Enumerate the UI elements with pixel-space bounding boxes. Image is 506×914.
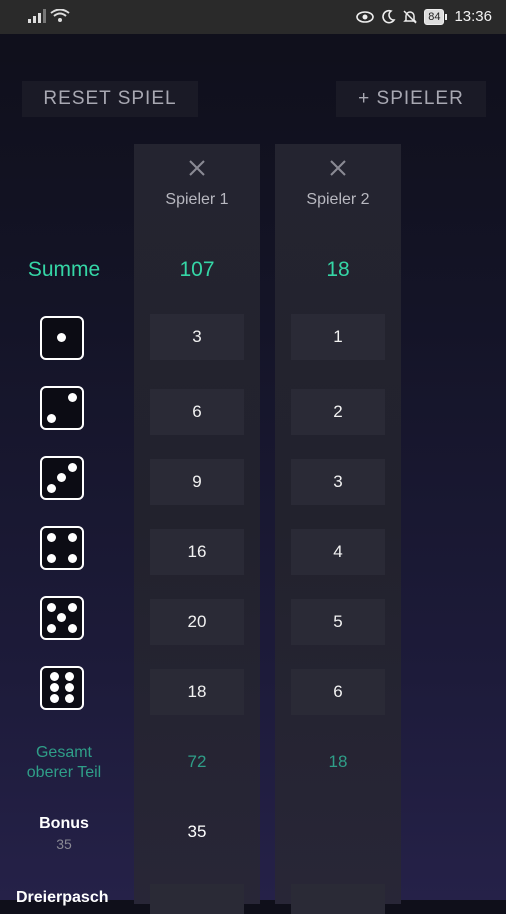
wifi-icon [50,9,70,22]
player-2-name[interactable]: Spieler 2 [275,191,401,209]
score-cell[interactable]: 3 [150,314,244,360]
signal-icon [28,9,46,23]
player-2-upper-total: 18 [328,752,348,771]
player-1-sum: 107 [179,258,215,281]
bonus-label: Bonus [39,815,89,832]
status-bar: 84 13:36 [0,0,506,34]
score-cell[interactable]: 3 [291,459,385,505]
sum-label: Summe [27,258,101,281]
upper-total-label: Gesamt oberer Teil [0,743,128,783]
dice-one-icon [40,316,84,360]
dice-three-icon [40,456,84,500]
player-1-bonus: 35 [187,822,207,841]
network-indicators [28,9,70,23]
player-2-sum: 18 [326,258,350,281]
player-1-name[interactable]: Spieler 1 [134,191,260,209]
score-cell[interactable] [150,884,244,914]
bell-off-icon [403,9,418,24]
dice-four-icon [40,526,84,570]
system-indicators: 84 13:36 [356,8,492,25]
score-cell[interactable]: 18 [150,669,244,715]
three-of-a-kind-label: Dreierpasch [16,889,109,906]
dice-five-icon [40,596,84,640]
score-cell[interactable]: 9 [150,459,244,505]
dice-two-icon [40,386,84,430]
player-1-upper-total: 72 [187,752,207,771]
reset-game-button[interactable]: RESET SPIEL [22,81,198,117]
score-cell[interactable]: 6 [150,389,244,435]
score-cell[interactable]: 6 [291,669,385,715]
remove-player-1-button[interactable] [134,158,260,183]
dice-six-icon [40,666,84,710]
close-icon [189,160,205,176]
upper-total-label-line1: Gesamt [35,744,92,761]
battery-icon: 84 [424,8,448,25]
remove-player-2-button[interactable] [275,158,401,183]
upper-total-label-line2: oberer Teil [26,764,102,781]
score-cell[interactable]: 5 [291,599,385,645]
eye-icon [356,10,375,23]
moon-icon [382,9,396,23]
score-cell[interactable]: 1 [291,314,385,360]
add-player-button[interactable]: + SPIELER [336,81,486,117]
score-cell[interactable]: 16 [150,529,244,575]
close-icon [330,160,346,176]
clock: 13:36 [454,8,492,25]
bonus-threshold: 35 [56,836,72,852]
score-cell[interactable]: 2 [291,389,385,435]
score-cell[interactable]: 4 [291,529,385,575]
score-cell[interactable]: 20 [150,599,244,645]
score-cell[interactable] [291,884,385,914]
